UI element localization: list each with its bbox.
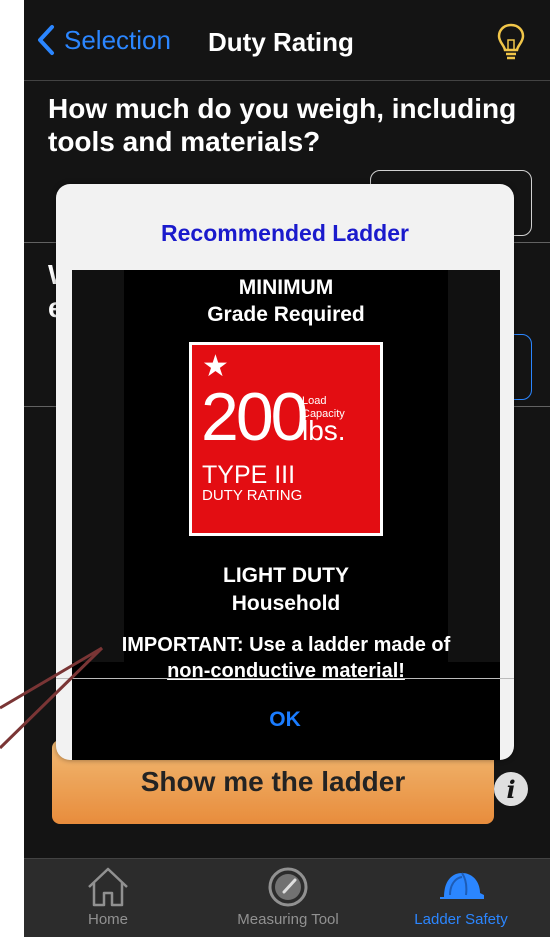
ok-button[interactable]: OK <box>56 679 514 760</box>
ladder-type: TYPE III <box>202 461 296 489</box>
duty-rating-badge: ★ 200 Load Capacity lbs. TYPE III DUTY R… <box>189 342 383 536</box>
badge-face: ★ 200 Load Capacity lbs. TYPE III DUTY R… <box>192 345 380 533</box>
load-capacity-value: 200 <box>201 379 308 455</box>
duty-use: Household <box>231 592 341 615</box>
load-capacity-unit: lbs. <box>302 415 346 446</box>
duty-rating-label: DUTY RATING <box>202 487 303 504</box>
minimum-label: MINIMUM <box>238 276 334 299</box>
callout-arrow <box>0 646 104 750</box>
duty-class: LIGHT DUTY <box>223 564 349 587</box>
grade-required-label: Grade Required <box>207 303 365 326</box>
important-notice: IMPORTANT: Use a ladder made of non-cond… <box>72 632 500 684</box>
important-line1: IMPORTANT: Use a ladder made of <box>121 634 451 656</box>
dialog-title: Recommended Ladder <box>161 220 409 246</box>
content-panel: MINIMUM Grade Required ★ 200 Load Capaci… <box>72 270 500 682</box>
recommended-ladder-dialog: Recommended Ladder MINIMUM Grade Require… <box>56 184 514 760</box>
